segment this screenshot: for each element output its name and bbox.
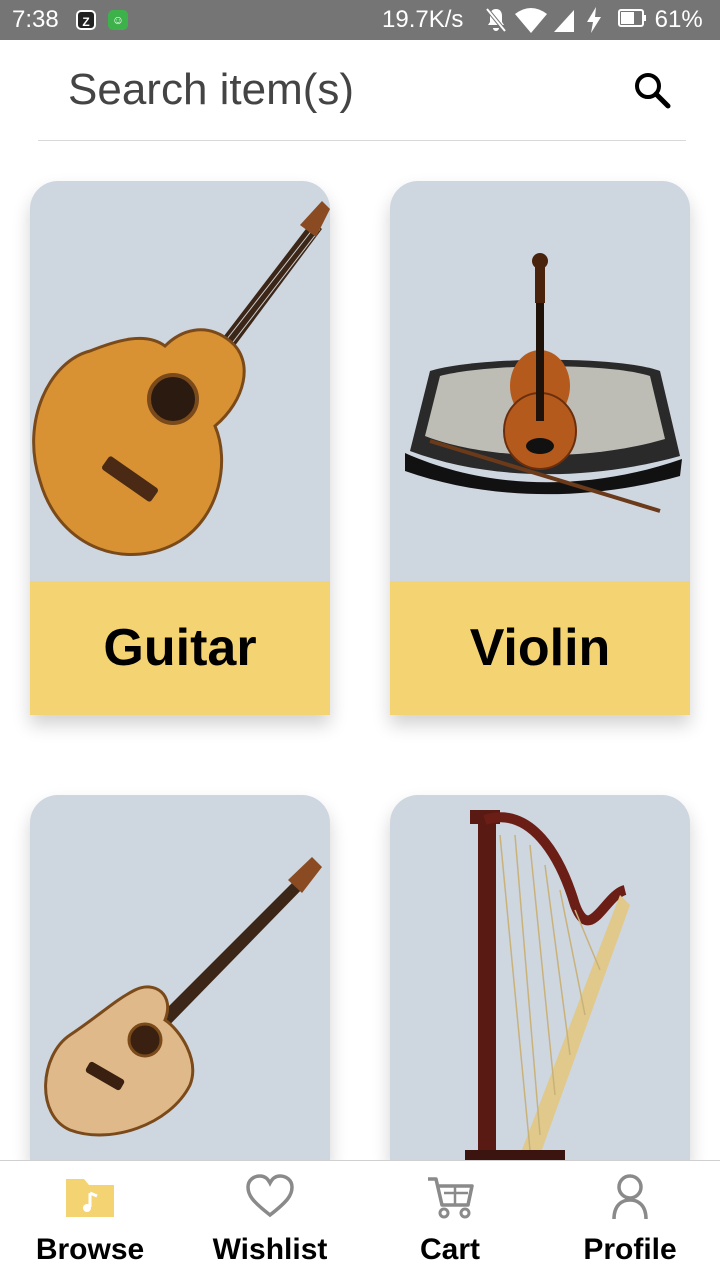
charging-icon	[587, 7, 601, 33]
search-input[interactable]	[68, 64, 608, 116]
acoustic-bass-guitar-image	[44, 857, 322, 1137]
nav-item-wishlist[interactable]: Wishlist	[180, 1161, 360, 1280]
harp-image	[465, 810, 630, 1160]
user-icon	[612, 1174, 648, 1220]
nav-label-cart: Cart	[419, 1233, 480, 1266]
folder-music-icon	[66, 1179, 114, 1217]
battery-percent: 61%	[618, 6, 703, 34]
product-card-violin[interactable]: Violin	[390, 181, 690, 715]
product-name: Violin	[390, 581, 690, 715]
cell-signal-icon	[554, 10, 574, 32]
product-card-harp[interactable]	[390, 795, 690, 1160]
zepp-app-icon: Z	[76, 10, 96, 30]
nav-item-profile[interactable]: Profile	[540, 1161, 720, 1280]
nav-label-browse: Browse	[35, 1233, 145, 1266]
search-bar	[38, 40, 686, 141]
product-card-guitar[interactable]: Guitar	[30, 181, 330, 715]
guitar-image	[32, 201, 330, 556]
notifications-off-icon	[485, 7, 507, 33]
battery-label: 61%	[654, 6, 703, 33]
nav-label-profile: Profile	[583, 1233, 677, 1266]
nav-item-browse[interactable]: Browse	[0, 1161, 180, 1280]
product-name: Guitar	[30, 581, 330, 715]
heart-icon	[246, 1174, 294, 1218]
network-speed: 19.7K/s	[382, 6, 464, 33]
nav-label-wishlist: Wishlist	[212, 1233, 328, 1266]
search-icon[interactable]	[632, 70, 672, 110]
battery-icon	[618, 9, 646, 27]
violin-image	[405, 253, 682, 513]
status-bar: 7:38 Z ☺ 19.7K/s 61%	[0, 0, 720, 40]
product-card-bass-guitar[interactable]	[30, 795, 330, 1160]
wifi-icon	[515, 8, 547, 33]
nav-item-cart[interactable]: Cart	[360, 1161, 540, 1280]
bottom-navigation: Browse Wishlist Cart Profile	[0, 1160, 720, 1280]
status-time: 7:38	[12, 6, 59, 33]
android-app-icon: ☺	[108, 10, 128, 30]
cart-icon	[428, 1177, 474, 1219]
